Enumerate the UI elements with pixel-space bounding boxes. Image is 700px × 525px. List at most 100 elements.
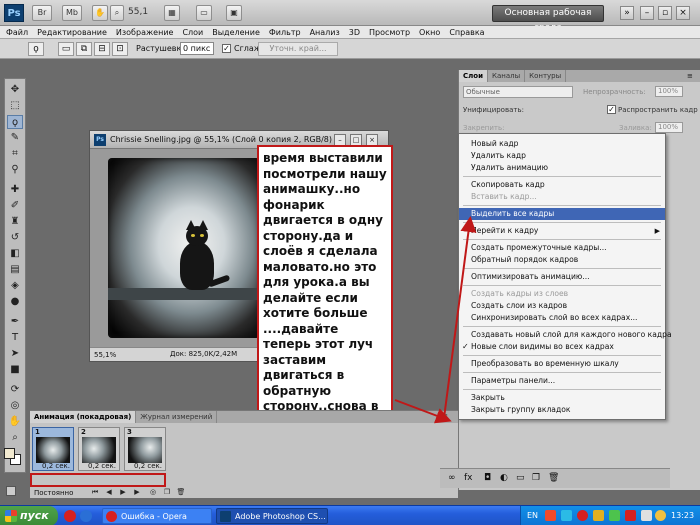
menu-item-close-tab-group[interactable]: Закрыть группу вкладок [459,404,665,416]
add-selection-icon[interactable]: ⧉ [76,42,92,56]
menu-view[interactable]: Просмотр [369,28,410,37]
link-icon[interactable]: ∞ [448,473,456,483]
menu-item-match-layer[interactable]: Синхронизировать слой во всех кадрах... [459,312,665,324]
menu-item-delete-animation[interactable]: Удалить анимацию [459,162,665,174]
panel-menu-icon[interactable]: ≡ [687,72,697,80]
pen-icon[interactable]: ✒ [7,315,23,329]
menu-filter[interactable]: Фильтр [269,28,301,37]
intersect-selection-icon[interactable]: ⊡ [112,42,128,56]
healing-icon[interactable]: ✚ [7,183,23,197]
trash-icon[interactable]: 🗑 [548,473,559,483]
tab-channels[interactable]: Каналы [488,70,526,82]
tray-app-icon[interactable] [625,510,636,521]
hand-icon[interactable]: ✋ [7,415,23,429]
close-icon[interactable]: × [676,6,690,20]
chevron-right-icon[interactable]: » [620,6,634,20]
opera-icon[interactable] [64,510,76,522]
new-selection-icon[interactable]: ▭ [58,42,74,56]
antialias-checkbox[interactable]: ✓ [222,44,231,53]
menu-layers[interactable]: Слои [182,28,203,37]
menu-window[interactable]: Окно [419,28,440,37]
menu-help[interactable]: Справка [449,28,484,37]
feather-input[interactable]: 0 пикс [180,42,214,55]
3d-rotate-icon[interactable]: ⟳ [7,383,23,397]
ie-icon[interactable] [80,510,92,522]
menu-item-copy-frame[interactable]: Скопировать кадр [459,179,665,191]
text-icon[interactable]: T [7,331,23,345]
tab-paths[interactable]: Контуры [525,70,567,82]
panel-menu-icon[interactable]: ≡ [440,412,450,421]
restore-icon[interactable]: ▫ [658,6,672,20]
quick-select-icon[interactable]: ✎ [7,131,23,145]
tray-app-icon[interactable] [577,510,588,521]
menu-item-panel-options[interactable]: Параметры панели... [459,375,665,387]
clock[interactable]: 13:23 [671,511,694,520]
blur-icon[interactable]: ◈ [7,279,23,293]
adjustment-icon[interactable]: ◐ [500,473,508,483]
menu-item-convert-timeline[interactable]: Преобразовать во временную шкалу [459,358,665,370]
start-button[interactable]: пуск [0,506,58,525]
menu-item-delete-frame[interactable]: Удалить кадр [459,150,665,162]
fx-icon[interactable]: fx [464,473,473,483]
foreground-color-swatch[interactable] [4,448,15,459]
language-indicator[interactable]: EN [527,511,538,520]
quick-mask-icon[interactable] [6,486,16,496]
mask-icon[interactable]: ◘ [484,473,491,483]
refine-edge-button[interactable]: Уточн. край... [258,42,338,56]
menu-item-select-all-frames[interactable]: Выделить все кадры [459,208,665,220]
menu-item-new-layer-each-frame[interactable]: Создавать новый слой для каждого нового … [459,329,672,341]
play-icon[interactable]: ▶ [118,488,128,497]
menu-item-optimize-animation[interactable]: Оптимизировать анимацию... [459,271,665,283]
subtract-selection-icon[interactable]: ⊟ [94,42,110,56]
history-brush-icon[interactable]: ↺ [7,231,23,245]
tab-measurement-log[interactable]: Журнал измерений [136,411,218,423]
menu-item-go-to-frame[interactable]: Перейти к кадру ▶ [459,225,665,237]
eraser-icon[interactable]: ◧ [7,247,23,261]
zoom-icon[interactable]: ⌕ [7,431,23,445]
stamp-icon[interactable]: ♜ [7,215,23,229]
menu-image[interactable]: Изображение [116,28,174,37]
task-opera[interactable]: Ошибка - Opera [102,508,212,524]
loop-options-select[interactable]: Постоянно [34,489,73,497]
frame-delay[interactable]: 0,2 сек. [128,461,168,471]
menu-item-tween[interactable]: Создать промежуточные кадры... [459,242,665,254]
doc-zoom-field[interactable]: 55,1% [94,350,124,360]
image-canvas[interactable] [108,158,260,338]
path-select-icon[interactable]: ➤ [7,347,23,361]
workspace-button[interactable]: Основная рабочая среда [492,5,604,33]
arrange-icon[interactable]: ▭ [196,5,212,21]
fill-field[interactable]: 100% [655,122,683,133]
brush-icon[interactable]: ✐ [7,199,23,213]
menu-analysis[interactable]: Анализ [310,28,340,37]
tab-layers[interactable]: Слои [459,70,488,82]
task-photoshop[interactable]: Adobe Photoshop CS... [216,508,328,524]
screen-mode-icon[interactable]: ▣ [226,5,242,21]
marquee-icon[interactable]: ⬚ [7,99,23,113]
menu-item-close[interactable]: Закрыть [459,392,665,404]
lasso-icon[interactable]: ϙ [7,115,23,129]
propagate-checkbox[interactable]: ✓ [607,105,616,114]
crop-icon[interactable]: ⌗ [7,147,23,161]
tween-icon[interactable]: ◎ [148,488,158,497]
menu-3d[interactable]: 3D [349,28,360,37]
menu-edit[interactable]: Редактирование [37,28,107,37]
zoom-level[interactable]: 55,1 [128,7,148,17]
shape-icon[interactable]: ■ [7,363,23,377]
new-layer-icon[interactable]: ❐ [532,473,540,483]
menu-file[interactable]: Файл [6,28,28,37]
mini-bridge-button[interactable]: Mb [62,5,82,21]
3d-orbit-icon[interactable]: ◎ [7,399,23,413]
tray-app-icon[interactable] [593,510,604,521]
frame-delay[interactable]: 0,2 сек. [36,461,76,471]
eyedropper-icon[interactable]: ⚲ [7,163,23,177]
opacity-field[interactable]: 100% [655,86,683,97]
blend-mode-select[interactable]: Обычные [463,86,573,98]
tray-app-icon[interactable] [561,510,572,521]
tray-app-icon[interactable] [609,510,620,521]
frame-delay[interactable]: 0,2 сек. [82,461,122,471]
delete-frame-icon[interactable]: 🗑 [176,488,186,497]
dodge-icon[interactable]: ● [7,295,23,309]
grid-icon[interactable]: ▦ [164,5,180,21]
menu-select[interactable]: Выделение [212,28,260,37]
next-frame-icon[interactable]: ▶ [132,488,142,497]
